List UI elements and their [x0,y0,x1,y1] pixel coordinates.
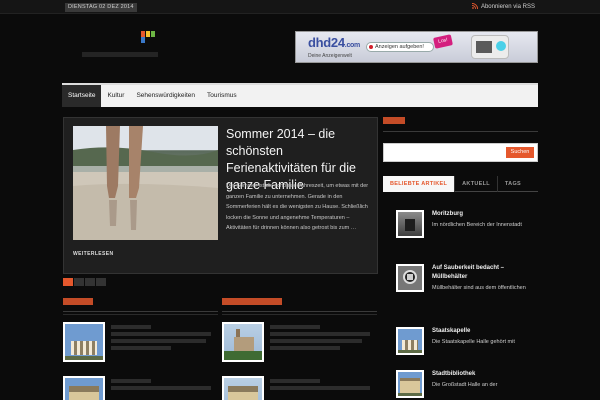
popular-desc: Die Großstadt Halle an der [432,382,498,388]
banner-cta[interactable]: Anzeigen aufgeben! [366,42,434,52]
category-heading-1[interactable] [63,298,93,305]
popular-title[interactable]: Stadtbibliothek [432,370,540,379]
featured-image[interactable] [73,126,218,240]
category-rule-2b [222,314,377,315]
category-rule-1b [63,314,218,315]
site-logo[interactable] [82,31,162,65]
pager-dot[interactable] [74,278,84,286]
nav-item-kultur[interactable]: Kultur [101,85,130,107]
logo-tagline-bar [82,52,158,57]
popular-desc: Im nördlichen Bereich der Innenstadt [432,222,522,228]
sidebar-search-heading [383,117,405,124]
banner-slogan: Deine Anzeigenwelt [308,53,352,59]
top-bar: DIENSTAG 02 DEZ 2014 Abonnieren via RSS [0,0,600,14]
rss-label: Abonnieren via RSS [480,4,535,10]
search-box: Suchen [383,143,538,162]
featured-excerpt: Der Sommer ist die schönste Jahreszeit, … [226,183,369,231]
popular-title[interactable]: Staatskapelle [432,327,540,336]
slider-pager [63,278,107,286]
post-text-placeholder [270,379,370,393]
rss-icon [471,3,478,9]
ad-banner[interactable]: dhd24.com Deine Anzeigenwelt Anzeigen au… [295,31,538,63]
logo-cubes [141,31,159,43]
mp3-player-image [471,35,509,59]
post-text-placeholder [111,379,211,393]
sidebar-rule [383,131,538,132]
rss-subscribe-link[interactable]: Abonnieren via RSS [471,3,535,12]
banner-brand: dhd24.com [308,35,360,50]
post-text-placeholder [270,325,370,353]
post-thumbnail[interactable] [222,376,264,400]
pager-dot[interactable] [85,278,95,286]
popular-thumbnail[interactable] [396,370,424,398]
nav-item-tourismus[interactable]: Tourismus [201,85,243,107]
popular-desc: Müllbehälter sind aus dem öffentlichen [432,285,526,291]
post-thumbnail[interactable] [63,376,105,400]
tab-recent[interactable]: AKTUELL [454,176,497,192]
popular-thumbnail[interactable] [396,327,424,355]
featured-post: Sommer 2014 – die schönsten Ferienaktivi… [63,117,378,274]
search-input[interactable] [384,144,502,161]
category-rule-1 [63,311,218,312]
popular-title[interactable]: Auf Sauberkeit bedacht – Müllbehälter [432,264,540,282]
tab-popular[interactable]: BELIEBTE ARTIKEL [383,176,455,192]
popular-desc: Die Staatskapelle Halle gehört mit [432,339,515,345]
read-more-link[interactable]: WEITERLESEN [73,251,114,257]
popular-title[interactable]: Moritzburg [432,210,540,219]
banner-badge: Los! [433,34,453,49]
date-display: DIENSTAG 02 DEZ 2014 [65,3,137,12]
pager-dot[interactable] [96,278,106,286]
popular-thumbnail[interactable] [396,210,424,238]
post-thumbnail[interactable] [222,322,264,362]
main-nav: Startseite Kultur Sehenswürdigkeiten Tou… [62,83,538,107]
post-text-placeholder [111,325,211,353]
category-heading-2[interactable] [222,298,282,305]
post-thumbnail[interactable] [63,322,105,362]
tab-tags[interactable]: TAGS [496,176,528,192]
category-rule-2 [222,311,377,312]
popular-thumbnail[interactable] [396,264,424,292]
search-button[interactable]: Suchen [506,147,534,158]
nav-item-sehenswuerdigkeiten[interactable]: Sehenswürdigkeiten [130,85,201,107]
nav-item-startseite[interactable]: Startseite [62,85,102,107]
beach-feet-image [73,126,218,240]
sidebar-tabs: BELIEBTE ARTIKEL AKTUELL TAGS [383,176,538,192]
pager-dot[interactable] [63,278,73,286]
